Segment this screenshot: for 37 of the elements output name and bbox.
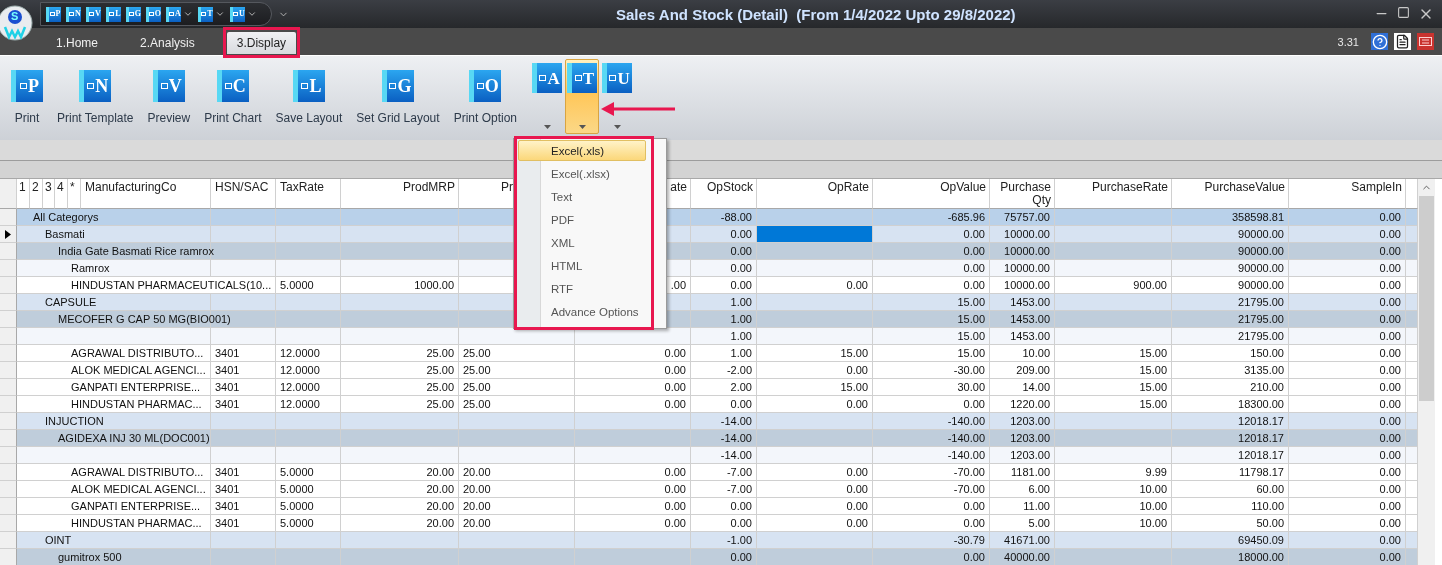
letter-icon: C	[216, 70, 249, 102]
logo-letter: S	[11, 10, 19, 22]
table-cell: 0.00	[1289, 549, 1406, 565]
row-label: ALOK MEDICAL AGENCI...	[71, 482, 206, 496]
row-label: CAPSULE	[45, 295, 97, 309]
letter-icon: A	[532, 63, 562, 93]
table-cell: 40000.00	[990, 549, 1055, 565]
row-label: GANPATI ENTERPRISE...	[71, 499, 201, 513]
letter-icon: L	[292, 70, 325, 102]
row-label: AGRAWAL DISTRIBUTO...	[71, 465, 204, 479]
letter-icon: N	[79, 70, 112, 102]
letter-icon: U	[602, 63, 632, 93]
row-label: HINDUSTAN PHARMAC...	[71, 397, 202, 411]
table-cell: 0.00	[873, 549, 990, 565]
version-number: 3.31	[1337, 35, 1359, 48]
letter-icon: G	[381, 70, 414, 102]
table-cell: 0.00	[691, 549, 757, 565]
row-label: Ramrox	[71, 261, 110, 275]
row-label: All Categorys	[33, 210, 99, 224]
row-label: GANPATI ENTERPRISE...	[71, 380, 201, 394]
letter-icon: V	[152, 70, 185, 102]
window-title: Sales And Stock (Detail) (From 1/4/2022 Upto 29/8/2022)	[616, 5, 1016, 23]
letter-icon: P	[11, 70, 43, 102]
row-label: AGIDEXA INJ 30 ML(DOC001)	[58, 431, 210, 445]
row-label: Basmati	[45, 227, 85, 241]
row-label: INJUCTION	[45, 414, 104, 428]
letter-icon: O	[469, 70, 502, 102]
row-label: ALOK MEDICAL AGENCI...	[71, 363, 206, 377]
row-label: AGRAWAL DISTRIBUTO...	[71, 346, 204, 360]
row-label: OINT	[45, 533, 72, 547]
row-label: MECOFER G CAP 50 MG(BIO001)	[58, 312, 231, 326]
letter-icon: T	[567, 63, 597, 93]
row-label: gumitrox 500	[58, 550, 122, 564]
row-label: India Gate Basmati Rice ramrox	[58, 244, 214, 258]
table-cell: 18000.00	[1172, 549, 1289, 565]
row-label: HINDUSTAN PHARMAC...	[71, 516, 202, 530]
row-label: HINDUSTAN PHARMACEUTICALS(10...	[71, 278, 272, 292]
